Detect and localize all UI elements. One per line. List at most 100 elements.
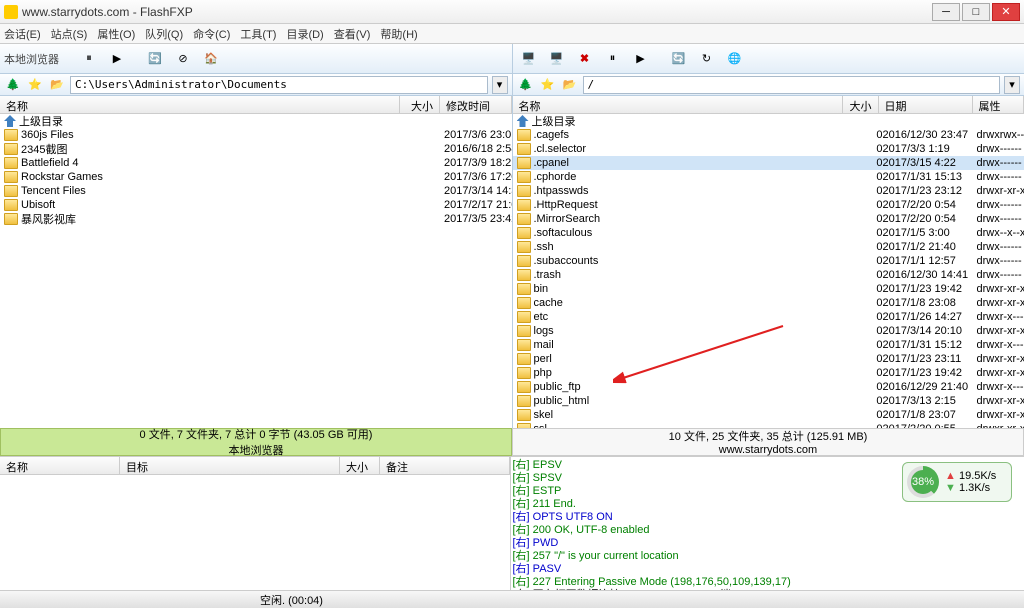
list-item[interactable]: .softaculous02017/1/5 3:00drwx--x--x <box>513 226 1024 240</box>
folder-icon <box>517 395 531 407</box>
menu-item[interactable]: 属性(O) <box>97 26 135 42</box>
list-item[interactable]: .htpasswds02017/1/23 23:12drwxr-xr-x <box>513 184 1024 198</box>
list-item[interactable]: .cpanel02017/3/15 4:22drwx------ <box>513 156 1024 170</box>
up-icon <box>4 115 16 127</box>
list-item[interactable]: 上级目录 <box>0 114 512 128</box>
list-item[interactable]: Battlefield 42017/3/9 18:21 <box>0 156 512 170</box>
list-item[interactable]: Ubisoft2017/2/17 21:08 <box>0 198 512 212</box>
list-item[interactable]: .cagefs02016/12/30 23:47drwxrwx--x <box>513 128 1024 142</box>
qcol-target[interactable]: 目标 <box>120 457 340 474</box>
folder-icon <box>517 241 531 253</box>
list-item[interactable]: public_html02017/3/13 2:15drwxr-xr-x <box>513 394 1024 408</box>
log-line: [右] 正在打开数据连接 IP: 198.176.50.109 端口: 3560… <box>513 589 1023 590</box>
menu-item[interactable]: 工具(T) <box>240 26 276 42</box>
list-item[interactable]: 暴风影视库2017/3/5 23:42 <box>0 212 512 226</box>
folder-icon <box>517 185 531 197</box>
rcol-name[interactable]: 名称 <box>513 96 843 113</box>
list-item[interactable]: 360js Files2017/3/6 23:01 <box>0 128 512 142</box>
bookmark-remote-icon[interactable]: ⭐ <box>539 76 557 94</box>
queue-list[interactable] <box>0 475 510 590</box>
list-item[interactable]: skel02017/1/8 23:07drwxr-xr-x <box>513 408 1024 422</box>
window-title: www.starrydots.com - FlashFXP <box>22 5 930 19</box>
list-item[interactable]: 2345截图2016/6/18 2:58 <box>0 142 512 156</box>
tree-remote-icon[interactable]: 🌲 <box>517 76 535 94</box>
qcol-note[interactable]: 备注 <box>380 457 510 474</box>
list-item[interactable]: ssl02017/2/20 0:55drwxr-xr-x <box>513 422 1024 428</box>
col-modified[interactable]: 修改时间 <box>440 96 512 113</box>
home-icon[interactable]: 🏠 <box>199 47 223 71</box>
globe-icon[interactable]: 🌐 <box>723 47 747 71</box>
refresh-icon[interactable]: 🔄 <box>143 47 167 71</box>
list-item[interactable]: perl02017/1/23 23:11drwxr-xr-x <box>513 352 1024 366</box>
list-item[interactable]: bin02017/1/23 19:42drwxr-xr-x <box>513 282 1024 296</box>
qcol-name[interactable]: 名称 <box>0 457 120 474</box>
connect-icon[interactable]: 🖥️ <box>517 47 541 71</box>
list-item[interactable]: .MirrorSearch02017/2/20 0:54drwx------ <box>513 212 1024 226</box>
rcol-date[interactable]: 日期 <box>879 96 973 113</box>
folder-icon <box>517 311 531 323</box>
menu-item[interactable]: 帮助(H) <box>380 26 417 42</box>
menu-item[interactable]: 队列(Q) <box>145 26 183 42</box>
list-item[interactable]: cache02017/1/8 23:08drwxr-xr-x <box>513 296 1024 310</box>
maximize-button[interactable]: □ <box>962 3 990 21</box>
list-item[interactable]: mail02017/1/31 15:12drwxr-x--- <box>513 338 1024 352</box>
close-button[interactable]: ✕ <box>992 3 1020 21</box>
menu-item[interactable]: 会话(E) <box>4 26 41 42</box>
up-icon <box>517 115 529 127</box>
folder-icon <box>517 283 531 295</box>
log-line: [右] OPTS UTF8 ON <box>513 511 1023 524</box>
list-item[interactable]: .subaccounts02017/1/1 12:57drwx------ <box>513 254 1024 268</box>
list-item[interactable]: .ssh02017/1/2 21:40drwx------ <box>513 240 1024 254</box>
list-item[interactable]: public_ftp02016/12/29 21:40drwxr-x--- <box>513 380 1024 394</box>
local-status-2: 本地浏览器 <box>229 442 284 458</box>
menu-item[interactable]: 目录(D) <box>286 26 323 42</box>
pause-remote-icon[interactable]: ⏸ <box>601 47 625 71</box>
folder-icon <box>4 199 18 211</box>
list-item[interactable]: .cphorde02017/1/31 15:13drwx------ <box>513 170 1024 184</box>
rcol-size[interactable]: 大小 <box>843 96 879 113</box>
list-item[interactable]: .HttpRequest02017/2/20 0:54drwx------ <box>513 198 1024 212</box>
col-size[interactable]: 大小 <box>400 96 440 113</box>
log-line: [右] 227 Entering Passive Mode (198,176,5… <box>513 576 1023 589</box>
menu-item[interactable]: 查看(V) <box>334 26 371 42</box>
list-item[interactable]: Tencent Files2017/3/14 14:38 <box>0 184 512 198</box>
list-item[interactable]: Rockstar Games2017/3/6 17:20 <box>0 170 512 184</box>
list-item[interactable]: etc02017/1/26 14:27drwxr-x--- <box>513 310 1024 324</box>
folder-icon <box>517 171 531 183</box>
list-item[interactable]: logs02017/3/14 20:10drwxr-xr-x <box>513 324 1024 338</box>
refresh-remote-icon[interactable]: 🔄 <box>667 47 691 71</box>
minimize-button[interactable]: ─ <box>932 3 960 21</box>
rcol-attr[interactable]: 属性 <box>973 96 1024 113</box>
qcol-size[interactable]: 大小 <box>340 457 380 474</box>
folder-icon <box>517 255 531 267</box>
local-status-1: 0 文件, 7 文件夹, 7 总计 0 字节 (43.05 GB 可用) <box>140 426 373 442</box>
folder-open-icon[interactable]: 📂 <box>48 76 66 94</box>
list-item[interactable]: 上级目录 <box>513 114 1024 128</box>
folder-icon <box>517 199 531 211</box>
menu-item[interactable]: 站点(S) <box>51 26 88 42</box>
local-file-list[interactable]: 上级目录360js Files2017/3/6 23:012345截图2016/… <box>0 114 512 428</box>
list-item[interactable]: php02017/1/23 19:42drwxr-xr-x <box>513 366 1024 380</box>
bookmark-icon[interactable]: ⭐ <box>26 76 44 94</box>
tree-icon[interactable]: 🌲 <box>4 76 22 94</box>
disconnect-icon[interactable]: 🖥️ <box>545 47 569 71</box>
play-icon[interactable]: ▶ <box>105 47 129 71</box>
folder-icon <box>4 171 18 183</box>
local-path-input[interactable] <box>70 76 488 94</box>
abort-icon[interactable]: ⊘ <box>171 47 195 71</box>
list-item[interactable]: .trash02016/12/30 14:41drwx------ <box>513 268 1024 282</box>
cancel-icon[interactable]: ✖ <box>573 47 597 71</box>
list-item[interactable]: .cl.selector02017/3/3 1:19drwx------ <box>513 142 1024 156</box>
remote-path-input[interactable] <box>583 76 1001 94</box>
local-path-dropdown[interactable]: ▾ <box>492 76 508 94</box>
remote-file-list[interactable]: 上级目录.cagefs02016/12/30 23:47drwxrwx--x.c… <box>513 114 1024 428</box>
speed-widget[interactable]: 38% 19.5K/s 1.3K/s <box>902 462 1012 502</box>
menu-item[interactable]: 命令(C) <box>193 26 230 42</box>
play-remote-icon[interactable]: ▶ <box>629 47 653 71</box>
folder-icon <box>517 353 531 365</box>
col-name[interactable]: 名称 <box>0 96 400 113</box>
pause-icon[interactable]: ⏸ <box>77 47 101 71</box>
reload-icon[interactable]: ↻ <box>695 47 719 71</box>
remote-path-dropdown[interactable]: ▾ <box>1004 76 1020 94</box>
folder-open-remote-icon[interactable]: 📂 <box>561 76 579 94</box>
